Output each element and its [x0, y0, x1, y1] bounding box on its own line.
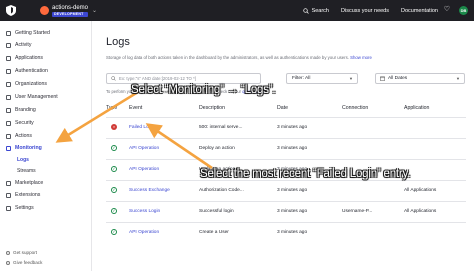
applications-icon	[6, 55, 11, 61]
event-date: 3 minutes ago	[277, 146, 308, 151]
sidebar-item-actions[interactable]: Actions	[6, 133, 32, 139]
success-status-icon: ✓	[111, 208, 117, 214]
search-icon	[111, 76, 116, 81]
activity-icon	[6, 42, 11, 48]
chevron-down-icon[interactable]: ⌄	[92, 7, 97, 14]
event-description: Create a User	[199, 230, 229, 235]
sidebar-item-settings[interactable]: Settings	[6, 205, 34, 211]
gear-icon	[6, 205, 11, 211]
callout-select-monitoring-logs: Select “Monitoring” → “Logs”.	[131, 84, 276, 96]
sidebar-item-security[interactable]: Security	[6, 120, 34, 126]
discuss-needs-link[interactable]: Discuss your needs	[341, 8, 389, 14]
event-link[interactable]: Success Login	[129, 209, 160, 214]
event-link[interactable]: Success Exchange	[129, 188, 170, 193]
feedback-icon	[6, 260, 10, 265]
event-date: 3 minutes ago	[277, 209, 308, 214]
column-header-event: Event	[129, 105, 143, 111]
sidebar-item-organizations[interactable]: Organizations	[6, 81, 47, 87]
table-row[interactable]: × Failed Login 500: internal serve... 3 …	[106, 117, 466, 138]
event-date: 3 minutes ago	[277, 188, 308, 193]
organizations-icon	[6, 81, 11, 87]
support-icon	[6, 250, 10, 255]
sidebar-item-branding[interactable]: Branding	[6, 107, 36, 113]
get-support-link[interactable]: Get support	[6, 250, 37, 255]
chevron-down-icon: ▼	[349, 76, 353, 81]
event-description: 500: internal serve...	[199, 125, 243, 130]
tenant-selector[interactable]: actions-demo DEVELOPMENT	[52, 4, 89, 17]
authentication-icon	[6, 68, 11, 74]
success-status-icon: ✓	[111, 145, 117, 151]
event-description: Successful login	[199, 209, 234, 214]
extensions-icon	[6, 192, 11, 198]
page-title: Logs	[106, 36, 130, 48]
calendar-icon	[380, 76, 385, 81]
search-icon	[302, 7, 309, 14]
sidebar-item-monitoring[interactable]: Monitoring	[6, 145, 42, 151]
show-more-link[interactable]: Show more	[350, 55, 372, 60]
success-status-icon: ✓	[111, 166, 117, 172]
sidebar-subitem-streams[interactable]: Streams	[17, 168, 36, 174]
sidebar-item-activity[interactable]: Activity	[6, 42, 31, 48]
environment-badge: DEVELOPMENT	[52, 11, 89, 17]
event-link[interactable]: Failed Login	[129, 125, 155, 130]
event-connection: Username-P...	[342, 209, 373, 214]
event-application: All Applications	[404, 188, 437, 193]
tenant-name: actions-demo	[52, 4, 89, 11]
column-header-description: Description	[199, 105, 225, 111]
actions-icon	[6, 133, 11, 139]
search-label: Search	[311, 7, 329, 14]
date-range-select[interactable]: All Dates ▼	[375, 73, 465, 84]
marketplace-icon	[6, 180, 11, 186]
top-bar: actions-demo DEVELOPMENT ⌄ Search Discus…	[0, 0, 474, 21]
table-row[interactable]: ✓ API Operation Create a User 3 minutes …	[106, 222, 466, 243]
sidebar-item-getting-started[interactable]: Getting Started	[6, 30, 50, 36]
shield-icon	[6, 120, 11, 126]
column-header-type: Type	[106, 105, 118, 111]
branding-icon	[6, 107, 11, 113]
log-search-input[interactable]: Ex: type:"s" AND date:[2019-02-12 TO *]	[106, 73, 261, 84]
tenant-avatar[interactable]	[40, 6, 49, 15]
sidebar-item-marketplace[interactable]: Marketplace	[6, 180, 43, 186]
event-description: Authorization Code...	[199, 188, 244, 193]
table-row[interactable]: ✓ Success Exchange Authorization Code...…	[106, 180, 466, 201]
event-link[interactable]: API Operation	[129, 167, 159, 172]
give-feedback-link[interactable]: Give feedback	[6, 260, 42, 265]
bell-icon[interactable]: ♡	[444, 6, 450, 14]
event-link[interactable]: API Operation	[129, 146, 159, 151]
users-icon	[6, 94, 11, 100]
sidebar-item-user-management[interactable]: User Management	[6, 94, 58, 100]
table-row[interactable]: ✓ API Operation Deploy an action 3 minut…	[106, 138, 466, 159]
page-description: Storage of log data of both actions take…	[106, 55, 372, 60]
filter-select[interactable]: Filter: All ▼	[286, 73, 358, 84]
user-avatar[interactable]: DB	[459, 6, 468, 15]
sidebar-item-authentication[interactable]: Authentication	[6, 68, 48, 74]
search-placeholder: Ex: type:"s" AND date:[2019-02-12 TO *]	[119, 76, 196, 81]
monitoring-icon	[6, 145, 11, 151]
column-header-connection: Connection	[342, 105, 369, 111]
table-row[interactable]: ✓ Success Login Successful login 3 minut…	[106, 201, 466, 222]
failure-status-icon: ×	[111, 124, 117, 130]
column-header-date: Date	[277, 105, 288, 111]
rocket-icon	[6, 30, 11, 36]
event-link[interactable]: API Operation	[129, 230, 159, 235]
sidebar-item-extensions[interactable]: Extensions	[6, 192, 40, 198]
documentation-link[interactable]: Documentation	[401, 8, 438, 14]
search-link[interactable]: Search	[302, 7, 329, 14]
sidebar-item-applications[interactable]: Applications	[6, 55, 43, 61]
callout-select-failed-login: Select the most recent “Failed Login” en…	[200, 168, 411, 180]
event-application: All Applications	[404, 209, 437, 214]
event-date: 3 minutes ago	[277, 125, 308, 130]
success-status-icon: ✓	[111, 229, 117, 235]
main-content: Logs Storage of log data of both actions…	[93, 21, 474, 271]
chevron-down-icon: ▼	[456, 76, 460, 81]
sidebar-subitem-logs[interactable]: Logs	[17, 157, 29, 163]
sidebar: Getting Started Activity Applications Au…	[0, 21, 92, 271]
event-date: 3 minutes ago	[277, 230, 308, 235]
column-header-application: Application	[404, 105, 430, 111]
event-description: Deploy an action	[199, 146, 235, 151]
success-status-icon: ✓	[111, 187, 117, 193]
auth0-logo-icon[interactable]	[6, 5, 16, 16]
